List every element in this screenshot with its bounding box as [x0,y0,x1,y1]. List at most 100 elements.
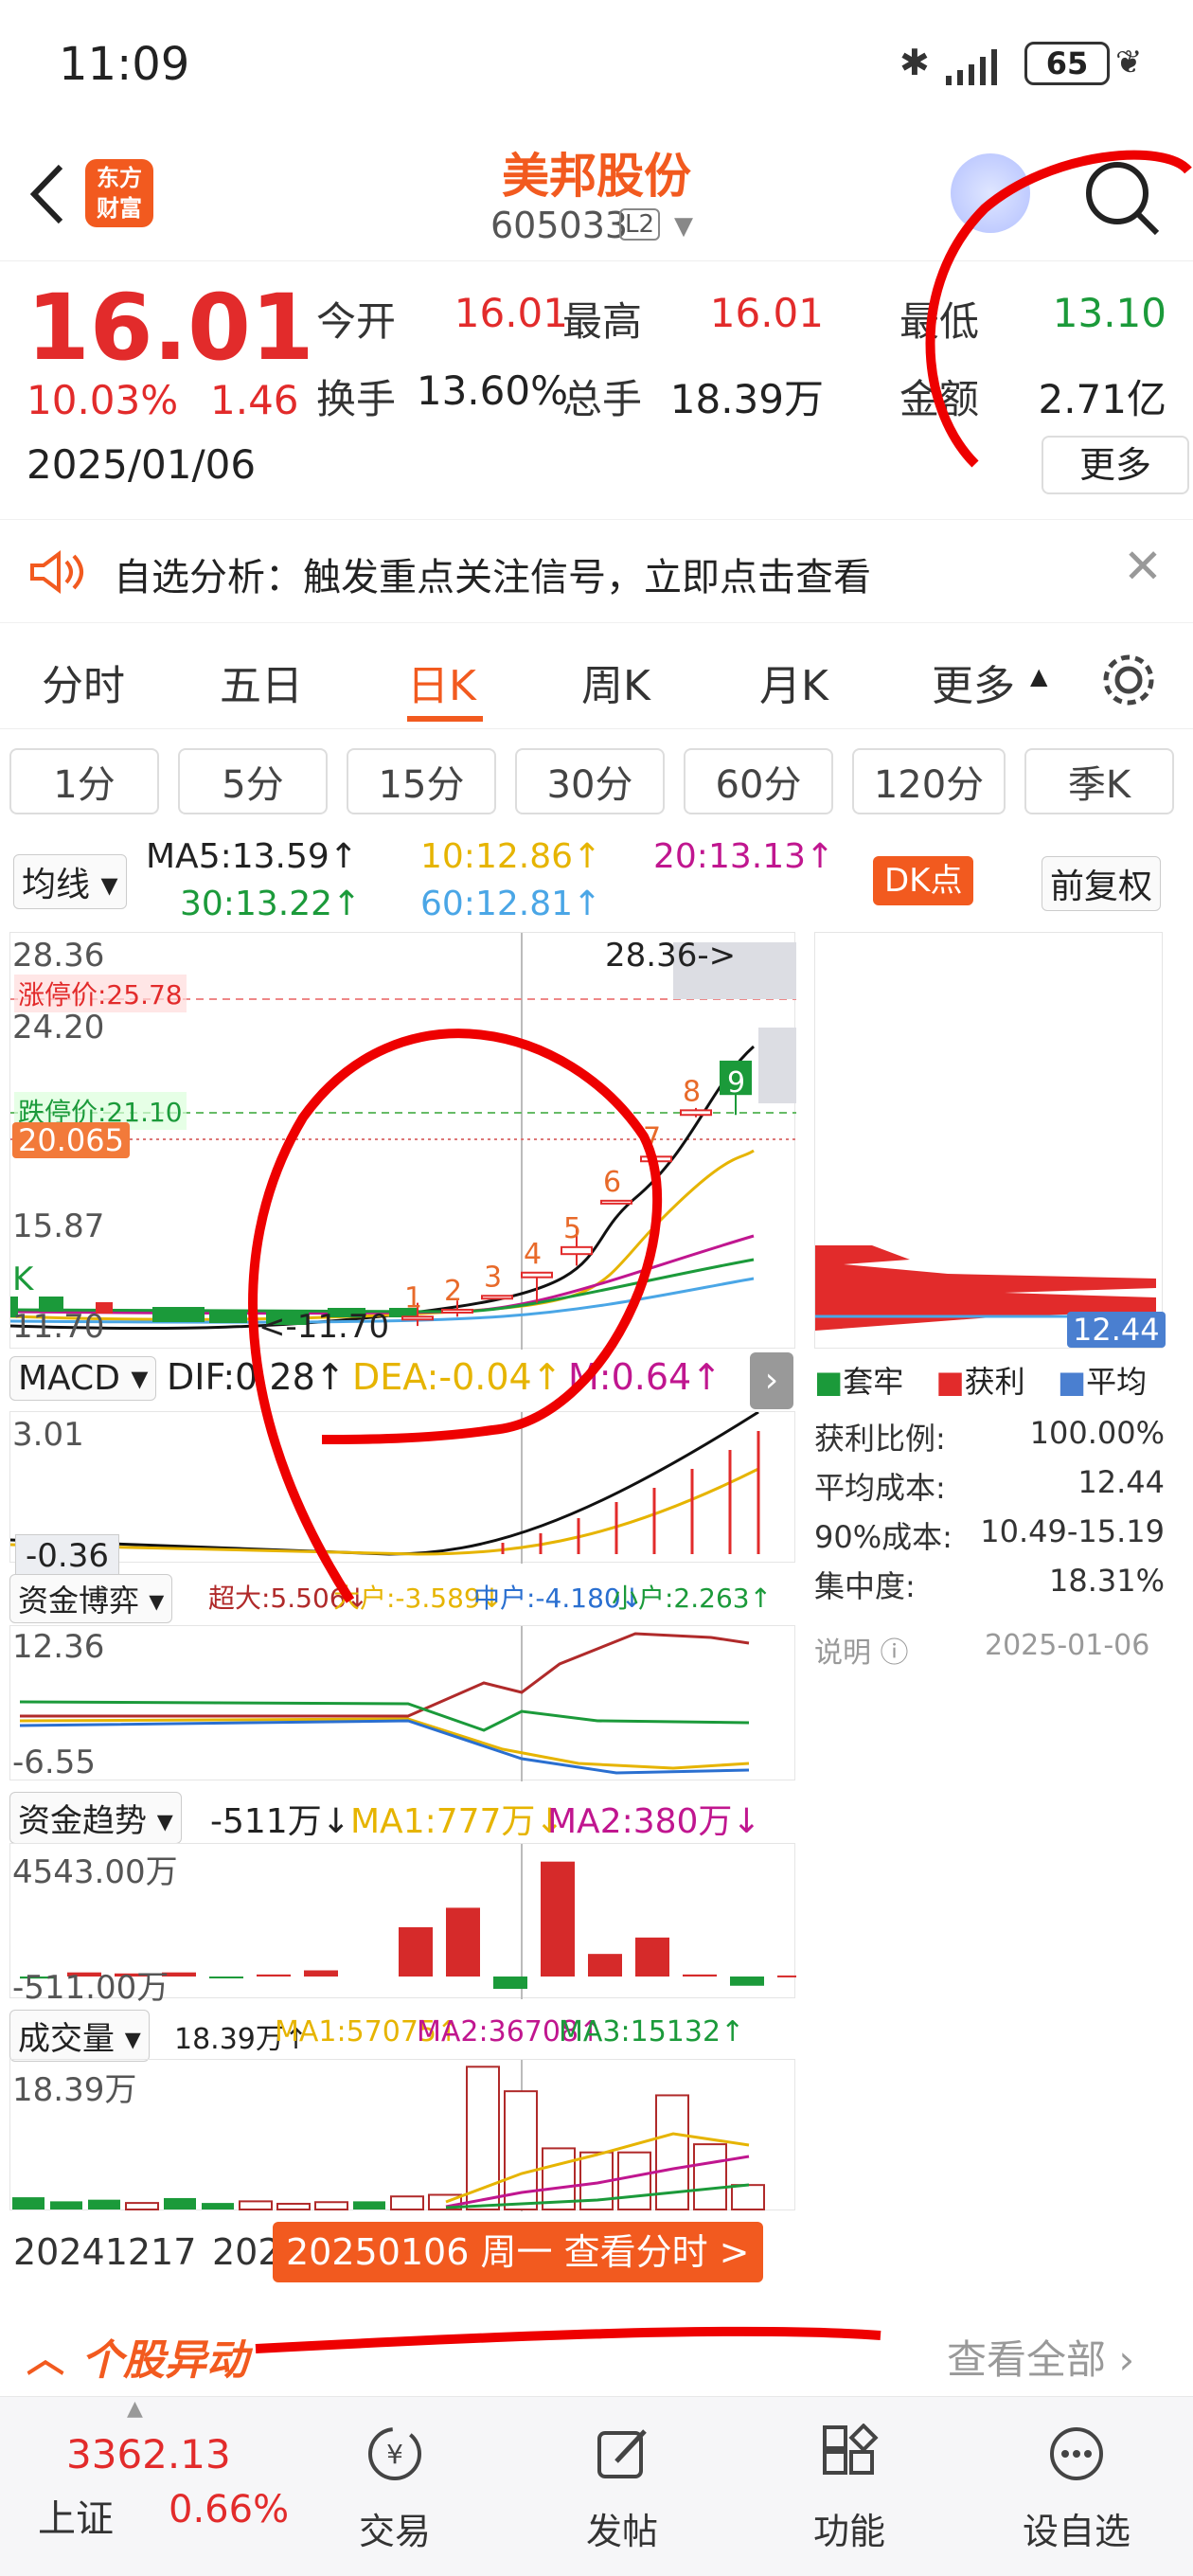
candle-sequence-label: 4 [524,1238,542,1271]
collapse-caret-icon[interactable]: ︿ [27,2328,64,2383]
nav-functions[interactable]: 功能 [778,2423,920,2554]
caret-up-icon: ▲ [1030,663,1048,689]
more-dots-icon [1050,2427,1103,2480]
index-name[interactable]: 上证 [38,2488,114,2543]
period-1m[interactable]: 1分 [9,748,159,814]
volume-bar [314,2201,348,2210]
volume-bar [12,2197,45,2209]
dk-point-button[interactable]: DK点 [873,856,974,905]
chip-note-text: 说明 [814,1637,871,1670]
period-30m[interactable]: 30分 [515,748,665,814]
chip-distribution-chart[interactable]: 12.44 [814,932,1166,1349]
candle-sequence-label: 7 [643,1121,661,1154]
min-price-note: <-11.70 [258,1308,390,1346]
adjust-mode-button[interactable]: 前复权 [1042,856,1162,911]
fund-trend-chart[interactable]: 4543.00万 -511.00万 [9,1843,811,2007]
macd-m: M:0.64↑ [568,1356,722,1398]
volume-bar [202,2203,234,2209]
search-icon[interactable] [1079,155,1165,241]
ma30-value: 30:13.22↑ [180,885,362,923]
volume-bar [693,2143,727,2210]
trend-ma2: MA2:380万↓ [547,1802,761,1841]
trend-bar [777,1975,811,1977]
quote-field-label: 最低 [899,298,980,345]
period-15m[interactable]: 15分 [347,748,496,814]
candle-sequence-label: 9 [727,1066,745,1100]
kline-chart[interactable]: 123456789 28.36 涨停价:25.78 24.20 跌停价:21.1… [9,932,796,1350]
quote-field-value: 16.01 [709,290,824,336]
grid-icon [823,2423,879,2475]
assistant-avatar-icon[interactable] [951,153,1030,233]
fund-trend-selector[interactable]: 资金趋势 ▾ [9,1792,182,1844]
bluetooth-icon: ✱ [899,42,930,83]
volume-bar [617,2151,651,2210]
bottom-navigation: ▲ 3362.13 上证 0.66% ¥ 交易 发帖 功能 设自选 [0,2396,1193,2576]
svg-text:¥: ¥ [386,2439,403,2470]
expand-arrow-icon[interactable]: › [750,1352,793,1409]
period-120m[interactable]: 120分 [852,748,1006,814]
change-amount: 1.46 [210,377,299,423]
trend-bar [635,1937,669,1977]
legend-avg: 平均 [1086,1364,1148,1400]
candle-body [441,1308,473,1314]
last-price: 16.01 [27,275,314,381]
nav-trade[interactable]: ¥ 交易 [324,2424,466,2554]
settings-gear-icon[interactable] [1098,650,1159,710]
period-quarter-k[interactable]: 季K [1024,748,1174,814]
fund-game-chart[interactable]: 12.36 -6.55 [9,1625,795,1781]
chip-note-link[interactable]: 说明 ⓘ [814,1629,909,1671]
volume-bar [239,2200,273,2210]
quote-field-label: 总手 [562,376,643,422]
candle-sequence-label: 3 [484,1261,502,1294]
nav-add-watchlist[interactable]: 设自选 [1006,2424,1148,2554]
tab-monthly-k[interactable]: 月K [759,652,828,712]
period-5m[interactable]: 5分 [178,748,328,814]
quote-field-value: 13.60% [416,367,568,414]
macd-selector[interactable]: MACD ▾ [9,1356,157,1401]
index-caret-icon: ▲ [127,2397,143,2421]
index-change-percent[interactable]: 0.66% [169,2488,289,2531]
chip-stat-label: 获利比例: [814,1421,946,1457]
candle-sequence-label: 8 [683,1075,701,1108]
candle-body [481,1295,513,1300]
volume-selector[interactable]: 成交量 ▾ [9,2010,150,2062]
chip-stat-label: 平均成本: [814,1470,946,1506]
close-icon[interactable]: ✕ [1123,539,1163,594]
tab-more[interactable]: 更多 [932,652,1015,712]
period-60m[interactable]: 60分 [684,748,833,814]
tab-weekly-k[interactable]: 周K [581,652,650,712]
ma20-value: 20:13.13↑ [653,837,835,876]
ma-legend: 均线 ▾ MA5:13.59↑ 10:12.86↑ 20:13.13↑ 30:1… [0,833,1193,928]
tab-fenshi[interactable]: 分时 [42,652,125,712]
trend-bar [304,1970,338,1977]
candle-sequence-label: 6 [603,1166,621,1199]
volume-chart[interactable]: 18.39万 [9,2059,795,2211]
trend-axis-min: -511.00万 [12,1969,169,2007]
nav-post[interactable]: 发帖 [551,2424,693,2554]
volume-bar [50,2201,82,2209]
more-quote-button[interactable]: 更多 [1042,436,1189,494]
level2-badge[interactable]: L2 [619,208,661,241]
index-value[interactable]: 3362.13 [66,2431,231,2478]
analysis-banner[interactable]: 自选分析：触发重点关注信号，立即点击查看 ✕ [0,519,1193,623]
volume-bar [164,2197,196,2209]
movement-title: 个股异动 [81,2336,248,2385]
trend-bar [209,1977,243,1978]
k-axis-4: 15.87 [12,1208,105,1245]
nav-add-watchlist-label: 设自选 [1022,2511,1131,2552]
chip-stat-value: 18.31% [1048,1563,1165,1599]
fund-game-selector-label: 资金博弈 [18,1583,140,1619]
dropdown-icon[interactable]: ▼ [674,212,693,241]
nav-functions-label: 功能 [812,2511,885,2552]
macd-chart[interactable]: 3.01 [9,1410,795,1564]
tab-wuri[interactable]: 五日 [220,652,303,712]
ma-selector[interactable]: 均线 ▾ [13,854,127,909]
clock: 11:09 [59,38,190,91]
view-intraday-button[interactable]: 20250106 周一 查看分时 > [273,2222,763,2282]
trend-bar [588,1954,622,1977]
view-all-link[interactable]: 查看全部 › [947,2328,1134,2386]
tab-daily-k[interactable]: 日K [407,652,476,712]
date-start: 20241217 [13,2231,197,2273]
fund-game-selector[interactable]: 资金博弈 ▾ [9,1574,173,1623]
fund-trend-legend: 资金趋势 ▾ -511万↓ MA1:777万↓ MA2:380万↓ [0,1790,805,1844]
